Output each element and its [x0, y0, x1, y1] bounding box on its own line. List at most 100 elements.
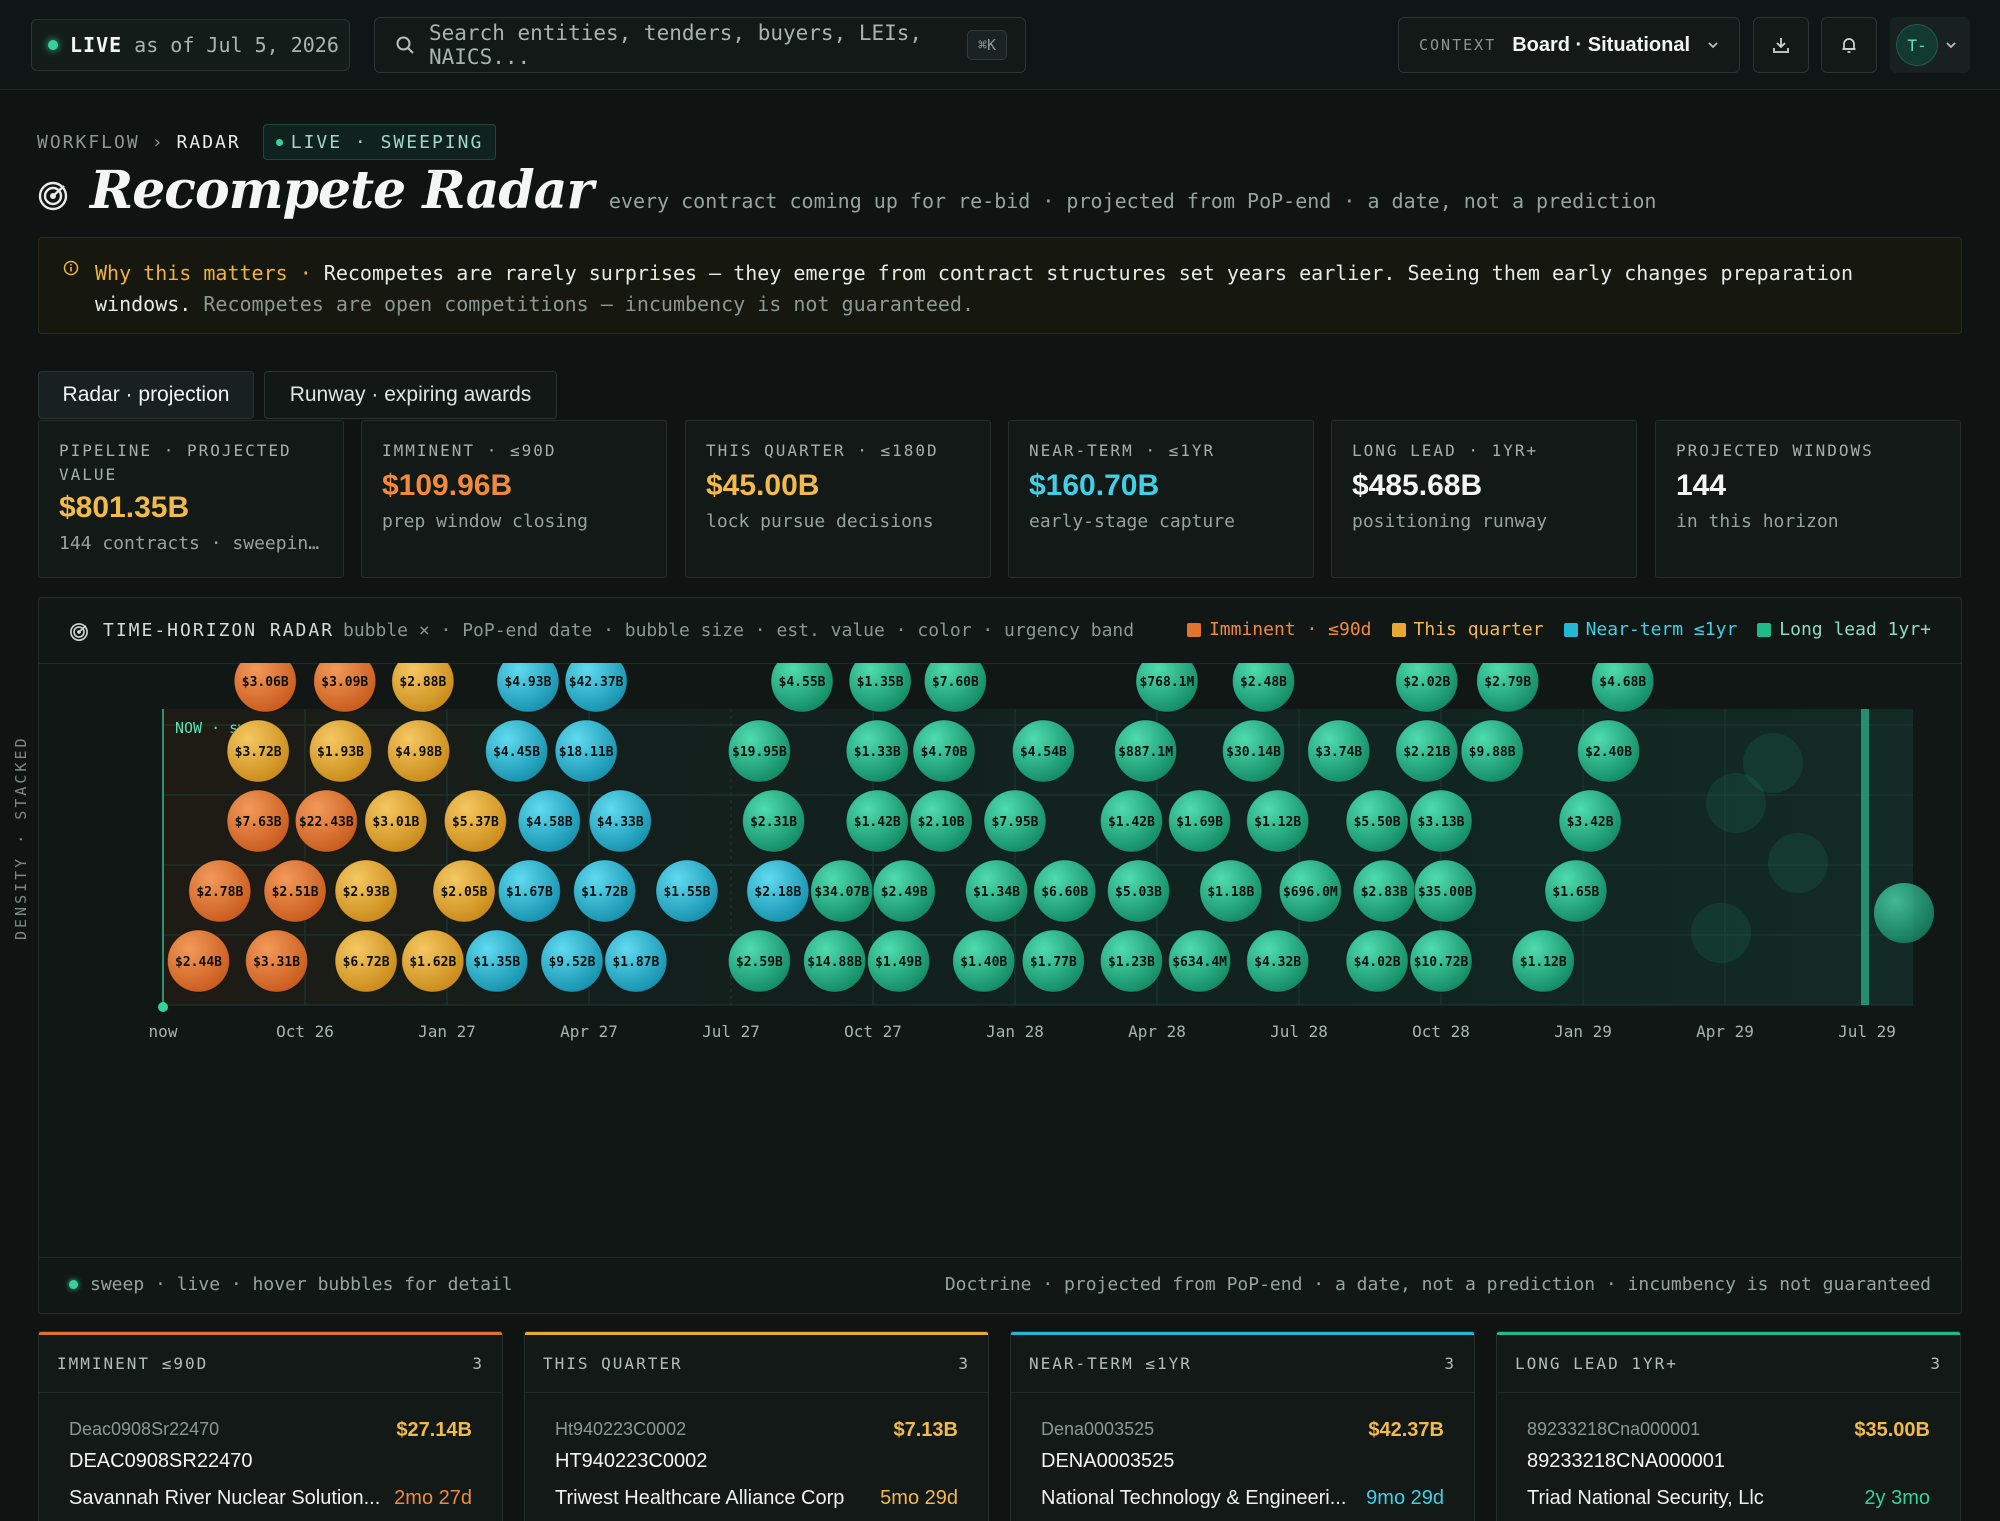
x-tick-label: Oct 27 — [844, 1022, 902, 1041]
bubble-label: $1.40B — [960, 955, 1007, 970]
bubble-label: $1.35B — [857, 675, 904, 690]
bubble-label: $22.43B — [299, 815, 354, 830]
bubble-label: $1.33B — [854, 745, 901, 760]
radar-footer-right: Doctrine · projected from PoP-end · a da… — [944, 1274, 1931, 1295]
why-this-matters-callout: Why this matters · Recompetes are rarely… — [38, 237, 1962, 334]
bubble-label: $3.06B — [242, 675, 289, 690]
bubble-label: $2.21B — [1403, 745, 1450, 760]
radar-chart[interactable]: now Oct 26 Jan 27 Apr 27 Jul 27 Oct 27 Jan 28 A… — [38, 663, 1962, 1255]
bubble-label: $2.59B — [736, 955, 783, 970]
bell-icon — [1842, 38, 1856, 53]
legend-item-this-quarter[interactable]: This quarter — [1391, 619, 1544, 640]
search-icon — [396, 36, 414, 54]
live-dot-icon — [48, 40, 58, 50]
x-tick-label: Jan 27 — [418, 1022, 476, 1041]
bubble-label: $4.93B — [504, 675, 551, 690]
avatar[interactable]: T- — [1896, 24, 1938, 66]
now-marker — [158, 1002, 168, 1012]
live-status-pill[interactable]: LIVE as of Jul 5, 2026 — [31, 19, 350, 71]
bubble-label: $3.09B — [321, 675, 368, 690]
card-ref: 89233218Cna000001 — [1527, 1419, 1701, 1439]
tab-runway-expiring-awards[interactable]: Runway · expiring awards — [264, 371, 557, 419]
kpi-sub: prep window closing — [382, 511, 588, 532]
kpi-label: IMMINENT · ≤90D — [382, 441, 557, 460]
bubble-label: $2.78B — [196, 885, 243, 900]
notifications-button[interactable] — [1821, 17, 1877, 73]
card-item[interactable]: Deac0908Sr22470 $27.14B DEAC0908SR22470 S… — [39, 1393, 502, 1510]
x-tick-label: Apr 29 — [1696, 1022, 1754, 1041]
bubble-label: $5.50B — [1354, 815, 1401, 830]
download-button[interactable] — [1753, 17, 1809, 73]
legend-item-near-term[interactable]: Near-term ≤1yr — [1563, 619, 1738, 640]
bubble-label: $887.1M — [1118, 745, 1173, 760]
x-tick-label: Apr 28 — [1128, 1022, 1186, 1041]
legend-swatch — [1757, 622, 1772, 637]
kpi-pipeline-projected-value: PIPELINE · PROJECTED VALUE $801.35B 144 … — [38, 420, 344, 578]
kpi-label: NEAR-TERM · ≤1YR — [1029, 441, 1216, 460]
kpi-value: 144 — [1676, 469, 1727, 502]
card-imminent[interactable]: IMMINENT ≤90D 3 Deac0908Sr22470 $27.14B DE… — [38, 1331, 503, 1521]
x-tick-label: Oct 26 — [276, 1022, 334, 1041]
card-amount: $7.13B — [893, 1419, 959, 1441]
bubble-label: $4.32B — [1254, 955, 1301, 970]
x-tick-label: Jan 28 — [986, 1022, 1044, 1041]
context-selector[interactable]: CONTEXT Board · Situational — [1398, 17, 1740, 73]
bubble-label: $4.55B — [779, 675, 826, 690]
kpi-label: LONG LEAD · 1YR+ — [1352, 441, 1539, 460]
bubble-label: $4.98B — [395, 745, 442, 760]
bubble-label: $3.13B — [1418, 815, 1465, 830]
card-item[interactable]: Ht940223C0002 $7.13B HT940223C0002 Triwes… — [525, 1393, 988, 1510]
card-header: NEAR-TERM ≤1YR 3 — [1011, 1335, 1474, 1393]
breadcrumb-parent[interactable]: WORKFLOW — [37, 132, 140, 153]
bubble-label: $2.88B — [399, 675, 446, 690]
user-menu[interactable]: T- — [1890, 17, 1970, 73]
kpi-projected-windows: PROJECTED WINDOWS 144 in this horizon — [1655, 420, 1961, 578]
bubble-label: $1.42B — [854, 815, 901, 830]
card-id: DENA0003525 — [1041, 1450, 1175, 1472]
bubble-label: $3.42B — [1567, 815, 1614, 830]
legend-label: This quarter — [1413, 619, 1544, 640]
bubble-label: $1.69B — [1176, 815, 1223, 830]
bubble-label: $2.83B — [1361, 885, 1408, 900]
card-this-quarter[interactable]: THIS QUARTER 3 Ht940223C0002 $7.13B HT9402… — [524, 1331, 989, 1521]
card-item[interactable]: Dena0003525 $42.37B DENA0003525 National … — [1011, 1393, 1474, 1510]
kpi-sub: in this horizon — [1676, 511, 1839, 532]
bubble-label: $1.65B — [1552, 885, 1599, 900]
kpi-this-quarter: THIS QUARTER · ≤180D $45.00B lock pursue… — [685, 420, 991, 578]
card-long-lead[interactable]: LONG LEAD 1YR+ 3 89233218Cna000001 $35.00B… — [1496, 1331, 1961, 1521]
legend-item-long-lead[interactable]: Long lead 1yr+ — [1757, 619, 1931, 640]
tab-radar-projection[interactable]: Radar · projection — [38, 371, 254, 419]
radar-icon — [70, 623, 88, 641]
bubble-label: $34.07B — [814, 885, 869, 900]
card-near-term[interactable]: NEAR-TERM ≤1YR 3 Dena0003525 $42.37B DENA0… — [1010, 1331, 1475, 1521]
kpi-value: $45.00B — [706, 469, 820, 502]
radar-header: TIME-HORIZON RADAR bubble × · PoP-end da… — [39, 598, 1961, 664]
bubble-label: $1.34B — [973, 885, 1020, 900]
legend-item-imminent[interactable]: Imminent · ≤90d — [1186, 619, 1372, 640]
bubble-label: $4.45B — [493, 745, 540, 760]
as-of-date: as of Jul 5, 2026 — [134, 33, 339, 57]
bubble-label: $2.31B — [750, 815, 797, 830]
kpi-value: $485.68B — [1352, 469, 1483, 502]
page-title: Recompete Radar — [90, 160, 594, 221]
card-band: NEAR-TERM ≤1YR — [1029, 1354, 1192, 1373]
bubble-label: $7.63B — [235, 815, 282, 830]
bubble-label: $5.03B — [1115, 885, 1162, 900]
card-vendor: Triwest Healthcare Alliance Corp — [555, 1487, 845, 1509]
card-eta: 5mo 29d — [880, 1487, 958, 1509]
card-eta: 2mo 27d — [394, 1487, 472, 1509]
search-input[interactable]: Search entities, tenders, buyers, LEIs, … — [374, 17, 1026, 73]
page-header: Recompete Radar every contract coming up… — [90, 160, 1656, 221]
ghost-bubble — [1691, 903, 1751, 963]
card-item[interactable]: 89233218Cna000001 $35.00B 89233218CNA0000… — [1497, 1393, 1960, 1510]
bubble-label: $1.62B — [409, 955, 456, 970]
kpi-sub: positioning runway — [1352, 511, 1548, 532]
bubble-label: $1.18B — [1207, 885, 1254, 900]
bubble-label: $4.70B — [921, 745, 968, 760]
bubble-label: $1.49B — [875, 955, 922, 970]
card-id: 89233218CNA000001 — [1527, 1450, 1725, 1472]
legend-label: Near-term ≤1yr — [1585, 619, 1738, 640]
why-lead: Why this matters · — [95, 261, 312, 285]
kpi-label: PROJECTED WINDOWS — [1676, 441, 1874, 460]
bubble-label: $19.95B — [732, 745, 787, 760]
